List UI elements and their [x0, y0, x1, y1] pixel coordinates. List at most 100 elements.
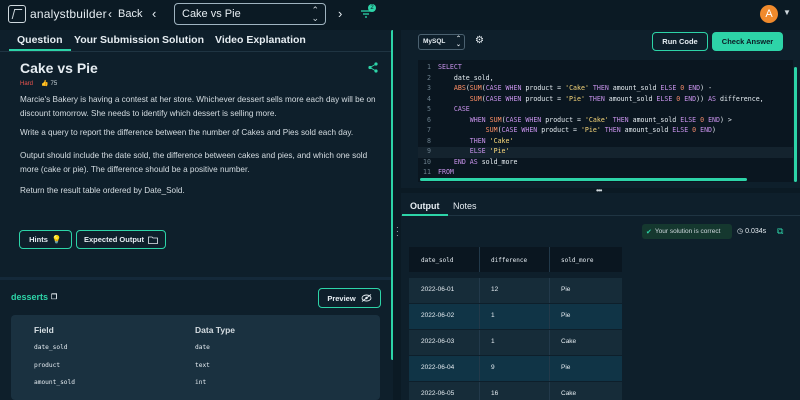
- table-name: desserts ❐: [11, 292, 57, 302]
- folder-icon: [148, 236, 158, 244]
- table-name-label: desserts: [11, 292, 49, 302]
- execution-time: ◷ 0.034s: [737, 227, 766, 236]
- code-line[interactable]: 1 SELECT: [418, 63, 793, 74]
- code-line[interactable]: 10 END AS sold_more: [418, 158, 793, 169]
- logo[interactable]: analystbuilder: [8, 5, 107, 23]
- likes[interactable]: 👍 75: [41, 80, 58, 88]
- expected-output-button[interactable]: Expected Output: [76, 230, 166, 249]
- chevron-down-icon[interactable]: ▼: [783, 8, 791, 17]
- column-divider: [549, 356, 550, 381]
- column-divider: [549, 304, 550, 329]
- gear-icon[interactable]: ⚙: [475, 35, 484, 46]
- back-button[interactable]: ‹ Back: [108, 7, 142, 21]
- table-header-row: date_sold difference sold_more: [409, 247, 622, 272]
- editor-panel: MySQL ⌃ ⌄ ⚙ Run Code Check Answer 1 SELECT…: [401, 30, 800, 400]
- copy-icon[interactable]: ❐: [51, 293, 57, 301]
- line-number: 5: [427, 105, 431, 113]
- table-cell: 12: [491, 286, 499, 293]
- tab-output[interactable]: Output: [402, 201, 447, 216]
- schema-field: date_sold: [34, 344, 68, 351]
- table-cell: 1: [491, 312, 495, 319]
- line-number: 4: [427, 94, 431, 103]
- code-editor[interactable]: 1 SELECT 2 date_sold, 3 ABS(SUM(CASE WHEN p…: [418, 60, 793, 182]
- drag-handle-icon[interactable]: · · ·: [396, 224, 399, 240]
- code-line[interactable]: 3 ABS(SUM(CASE WHEN product = 'Cake' THE…: [418, 84, 793, 95]
- clock-icon: ◷: [737, 228, 744, 235]
- table-cell: Pie: [561, 286, 571, 293]
- language-value: MySQL: [423, 38, 446, 45]
- column-divider: [479, 330, 480, 355]
- output-tabs: Output Notes: [401, 196, 800, 216]
- expected-output-label: Expected Output: [83, 235, 144, 244]
- run-code-button[interactable]: Run Code: [652, 32, 708, 51]
- line-number: 11: [423, 168, 431, 176]
- table-cell: 2022-06-03: [421, 338, 455, 345]
- vertical-resize-gutter[interactable]: [393, 30, 401, 400]
- schema-header-field: Field: [34, 325, 54, 335]
- next-question-button[interactable]: ›: [338, 6, 342, 21]
- description-paragraph: Marcie's Bakery is having a contest at h…: [20, 95, 376, 118]
- question-title: Cake vs Pie: [20, 60, 98, 76]
- table-cell: 2022-06-05: [421, 390, 455, 397]
- eye-off-icon: [361, 294, 372, 302]
- editor-horizontal-scrollbar[interactable]: [420, 178, 747, 181]
- difficulty-badge: Hard: [20, 80, 34, 87]
- code-text: ABS(SUM(CASE WHEN product = 'Cake' THEN …: [453, 84, 713, 92]
- schema-type: text: [195, 362, 210, 369]
- code-text: CASE: [453, 105, 470, 113]
- code-line[interactable]: 11 FROM: [418, 168, 793, 179]
- schema-field: product: [34, 362, 61, 369]
- avatar[interactable]: A: [760, 5, 778, 23]
- status-badge: ✔ Your solution is correct: [642, 224, 732, 239]
- code-text: END AS sold_more: [453, 157, 518, 166]
- code-text: date_sold,: [438, 73, 494, 82]
- line-number: 9: [427, 147, 431, 155]
- code-line[interactable]: 4 SUM(CASE WHEN product = 'Pie' THEN amo…: [418, 95, 793, 106]
- hints-label: Hints: [29, 235, 48, 244]
- column-divider: [479, 356, 480, 381]
- tab-your-submission[interactable]: Your Submission: [74, 34, 160, 46]
- likes-count: 75: [50, 80, 58, 87]
- tab-video-explanation[interactable]: Video Explanation: [215, 34, 306, 46]
- check-icon: ✔: [646, 228, 652, 236]
- tab-solution[interactable]: Solution: [162, 34, 204, 46]
- logo-text: analystbuilder: [30, 7, 107, 21]
- table-cell: 9: [491, 364, 495, 371]
- column-header: difference: [491, 257, 528, 264]
- tab-question[interactable]: Question: [9, 34, 70, 51]
- table-cell: 2022-06-04: [421, 364, 455, 371]
- table-cell: 2022-06-01: [421, 286, 455, 293]
- line-number: 1: [427, 63, 431, 71]
- code-line[interactable]: 9 ELSE 'Pie': [418, 147, 793, 158]
- language-select[interactable]: MySQL ⌃ ⌄: [418, 34, 465, 50]
- preview-button[interactable]: Preview: [318, 288, 381, 308]
- table-cell: 2022-06-02: [421, 312, 455, 319]
- table-row: 2022-06-05 16 Cake: [409, 382, 622, 400]
- column-divider: [549, 247, 550, 272]
- editor-vertical-scrollbar[interactable]: [794, 67, 797, 182]
- hints-button[interactable]: Hints 💡: [19, 230, 72, 249]
- code-line[interactable]: 2 date_sold,: [418, 74, 793, 85]
- code-text: SUM(CASE WHEN product = 'Pie' THEN amoun…: [469, 94, 764, 103]
- description-paragraph: Return the result table ordered by Date_…: [20, 186, 185, 195]
- external-link-icon[interactable]: ⧉: [777, 226, 783, 237]
- code-line[interactable]: 6 WHEN SUM(CASE WHEN product = 'Cake' TH…: [418, 116, 793, 127]
- code-line[interactable]: 5 CASE: [418, 105, 793, 116]
- drag-handle-icon[interactable]: •••: [596, 186, 602, 195]
- share-icon[interactable]: [368, 62, 378, 73]
- question-select[interactable]: Cake vs Pie ⌃ ⌄: [174, 3, 326, 25]
- line-number: 3: [427, 84, 431, 92]
- column-divider: [549, 330, 550, 355]
- column-header: sold_more: [561, 257, 594, 264]
- previous-question-button[interactable]: ‹: [152, 6, 156, 21]
- code-text: ELSE 'Pie': [469, 147, 510, 155]
- code-text: SELECT: [438, 63, 462, 71]
- table-cell: 16: [491, 390, 499, 397]
- code-line[interactable]: 8 THEN 'Cake': [418, 137, 793, 148]
- question-panel: Question Your Submission Solution Video …: [0, 30, 393, 400]
- top-bar: analystbuilder ‹ Back ‹ Cake vs Pie ⌃ ⌄ ›…: [0, 0, 800, 30]
- check-answer-button[interactable]: Check Answer: [712, 32, 783, 51]
- line-number: 6: [427, 115, 431, 124]
- code-line[interactable]: 7 SUM(CASE WHEN product = 'Pie' THEN amo…: [418, 126, 793, 137]
- tab-notes[interactable]: Notes: [453, 201, 477, 211]
